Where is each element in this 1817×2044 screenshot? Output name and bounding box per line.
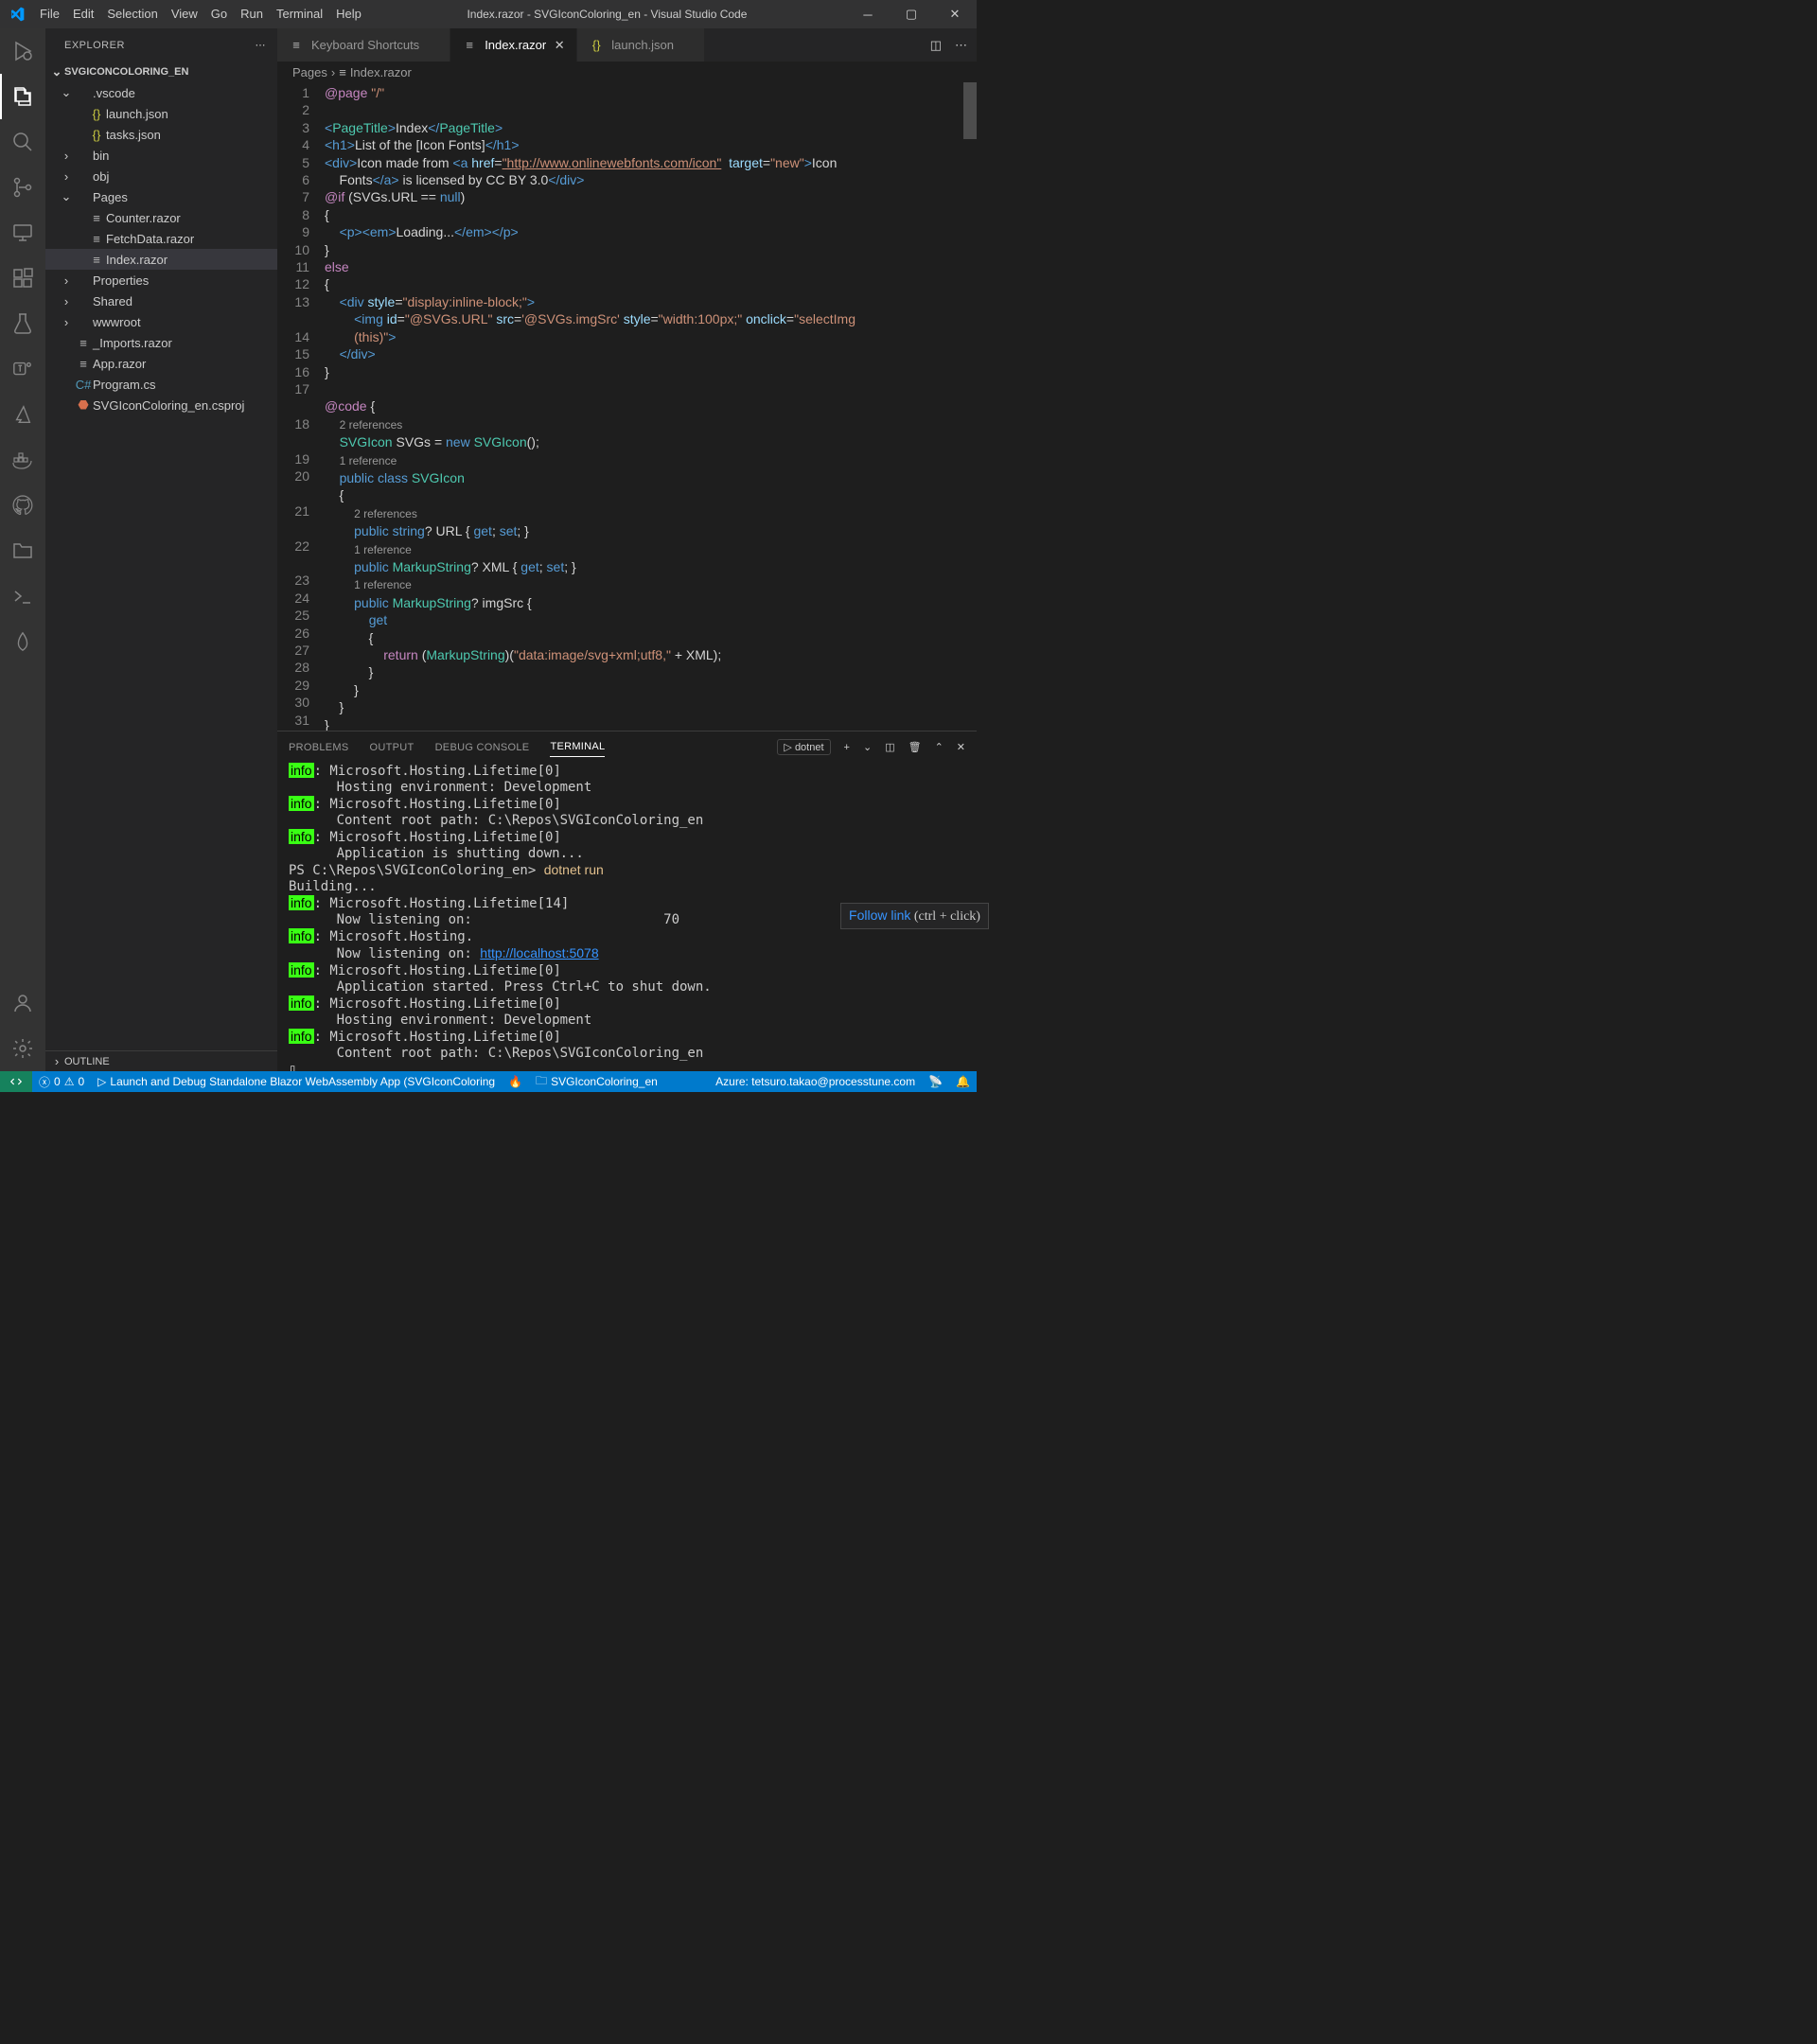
bell-icon[interactable]: 🔔 bbox=[949, 1071, 977, 1092]
flame-icon[interactable]: 🔥 bbox=[502, 1071, 529, 1092]
file-tree-item[interactable]: {}launch.json bbox=[45, 103, 277, 124]
split-editor-icon[interactable]: ◫ bbox=[930, 38, 942, 53]
menu-terminal[interactable]: Terminal bbox=[270, 0, 329, 28]
panel-tab[interactable]: OUTPUT bbox=[370, 738, 415, 757]
folder-status[interactable]: 🗀 SVGIconColoring_en bbox=[529, 1071, 664, 1092]
explorer-icon[interactable] bbox=[0, 74, 45, 119]
maximize-button[interactable]: ▢ bbox=[890, 0, 933, 28]
panel-tab[interactable]: TERMINAL bbox=[550, 737, 605, 757]
file-tree-item[interactable]: ≡Counter.razor bbox=[45, 207, 277, 228]
debug-launch[interactable]: ▷ Launch and Debug Standalone Blazor Web… bbox=[91, 1071, 502, 1092]
file-tree-item[interactable]: ›bin bbox=[45, 145, 277, 166]
file-tree-item[interactable]: ›wwwroot bbox=[45, 311, 277, 332]
terminal-select[interactable]: ▷ dotnet bbox=[777, 739, 830, 755]
title-bar: FileEditSelectionViewGoRunTerminalHelp I… bbox=[0, 0, 977, 28]
editor-tab[interactable]: ≡Keyboard Shortcuts bbox=[277, 28, 450, 62]
run-icon[interactable] bbox=[0, 28, 45, 74]
breadcrumb-item[interactable]: Pages bbox=[292, 65, 327, 79]
terminal-output[interactable]: info: Microsoft.Hosting.Lifetime[0] Host… bbox=[277, 763, 977, 1071]
file-tree-item[interactable]: ⌄Pages bbox=[45, 186, 277, 207]
menu-file[interactable]: File bbox=[33, 0, 66, 28]
file-tree-item[interactable]: ≡Index.razor bbox=[45, 249, 277, 270]
project-name: SVGICONCOLORING_EN bbox=[64, 66, 188, 78]
sidebar: EXPLORER ⋯ ⌄SVGICONCOLORING_EN ⌄.vscode{… bbox=[45, 28, 277, 1071]
panel-tab[interactable]: DEBUG CONSOLE bbox=[435, 738, 530, 757]
folder-icon[interactable] bbox=[0, 528, 45, 573]
project-root[interactable]: ⌄SVGICONCOLORING_EN bbox=[45, 62, 277, 82]
close-button[interactable]: ✕ bbox=[933, 0, 977, 28]
code-content[interactable]: @page "/" <PageTitle>Index</PageTitle> <… bbox=[325, 82, 977, 731]
menu-help[interactable]: Help bbox=[329, 0, 368, 28]
teams-icon[interactable] bbox=[0, 346, 45, 392]
file-tree-item[interactable]: ≡FetchData.razor bbox=[45, 228, 277, 249]
status-bar: ⓧ 0 ⚠ 0 ▷ Launch and Debug Standalone Bl… bbox=[0, 1071, 977, 1092]
file-tree-item[interactable]: ≡App.razor bbox=[45, 353, 277, 374]
menu-go[interactable]: Go bbox=[204, 0, 234, 28]
remote-indicator[interactable] bbox=[0, 1071, 32, 1092]
explorer-title: EXPLORER bbox=[64, 40, 125, 51]
file-tree: ⌄.vscode{}launch.json{}tasks.json›bin›ob… bbox=[45, 82, 277, 1050]
file-tree-item[interactable]: ≡_Imports.razor bbox=[45, 332, 277, 353]
menu-bar: FileEditSelectionViewGoRunTerminalHelp bbox=[33, 0, 368, 28]
editor-area: ≡Keyboard Shortcuts≡Index.razor✕{}launch… bbox=[277, 28, 977, 1071]
remote-explorer-icon[interactable] bbox=[0, 210, 45, 256]
accounts-icon[interactable] bbox=[0, 980, 45, 1026]
sidebar-header: EXPLORER ⋯ bbox=[45, 28, 277, 62]
file-tree-item[interactable]: ⌄.vscode bbox=[45, 82, 277, 103]
editor-tab[interactable]: {}launch.json bbox=[577, 28, 705, 62]
menu-selection[interactable]: Selection bbox=[100, 0, 164, 28]
line-numbers: 12345678910111213 14151617 18 1920 21 22… bbox=[277, 82, 325, 731]
docker-icon[interactable] bbox=[0, 437, 45, 483]
minimize-button[interactable]: ─ bbox=[846, 0, 890, 28]
file-tree-item[interactable]: ›Shared bbox=[45, 291, 277, 311]
problems-status[interactable]: ⓧ 0 ⚠ 0 bbox=[32, 1071, 91, 1092]
window-title: Index.razor - SVGIconColoring_en - Visua… bbox=[368, 8, 846, 21]
breadcrumb[interactable]: Pages › ≡ Index.razor bbox=[277, 62, 977, 82]
scrollbar[interactable] bbox=[963, 82, 977, 139]
terminal-dropdown-icon[interactable]: ⌄ bbox=[863, 741, 872, 753]
file-tree-item[interactable]: ⬣SVGIconColoring_en.csproj bbox=[45, 395, 277, 415]
activity-bar bbox=[0, 28, 45, 1071]
trash-icon[interactable]: 🗑 bbox=[908, 741, 922, 753]
editor-tabs: ≡Keyboard Shortcuts≡Index.razor✕{}launch… bbox=[277, 28, 977, 62]
settings-gear-icon[interactable] bbox=[0, 1026, 45, 1071]
file-tree-item[interactable]: C#Program.cs bbox=[45, 374, 277, 395]
close-tab-icon[interactable]: ✕ bbox=[552, 38, 567, 53]
new-terminal-icon[interactable]: + bbox=[844, 742, 850, 753]
test-icon[interactable] bbox=[0, 301, 45, 346]
mongo-icon[interactable] bbox=[0, 619, 45, 664]
panel-tabs: PROBLEMS OUTPUT DEBUG CONSOLE TERMINAL ▷ dot… bbox=[277, 731, 977, 763]
file-tree-item[interactable]: ›obj bbox=[45, 166, 277, 186]
github-icon[interactable] bbox=[0, 483, 45, 528]
maximize-panel-icon[interactable]: ⌃ bbox=[935, 741, 944, 753]
more-actions-icon[interactable]: ⋯ bbox=[955, 38, 967, 53]
outline-section[interactable]: ›OUTLINE bbox=[45, 1050, 277, 1071]
window-controls: ─ ▢ ✕ bbox=[846, 0, 977, 28]
terminal-icon[interactable] bbox=[0, 573, 45, 619]
panel-tab[interactable]: PROBLEMS bbox=[289, 738, 349, 757]
file-tree-item[interactable]: {}tasks.json bbox=[45, 124, 277, 145]
source-control-icon[interactable] bbox=[0, 165, 45, 210]
search-icon[interactable] bbox=[0, 119, 45, 165]
close-panel-icon[interactable]: ✕ bbox=[957, 741, 965, 753]
menu-view[interactable]: View bbox=[165, 0, 204, 28]
outline-label: OUTLINE bbox=[64, 1056, 110, 1067]
file-tree-item[interactable]: ›Properties bbox=[45, 270, 277, 291]
menu-edit[interactable]: Edit bbox=[66, 0, 100, 28]
extensions-icon[interactable] bbox=[0, 256, 45, 301]
azure-account[interactable]: Azure: tetsuro.takao@processtune.com bbox=[709, 1071, 922, 1092]
editor-tab[interactable]: ≡Index.razor✕ bbox=[450, 28, 577, 62]
bottom-panel: PROBLEMS OUTPUT DEBUG CONSOLE TERMINAL ▷ dot… bbox=[277, 731, 977, 1071]
code-editor[interactable]: 12345678910111213 14151617 18 1920 21 22… bbox=[277, 82, 977, 731]
feedback-icon[interactable]: 📡 bbox=[922, 1071, 949, 1092]
more-icon[interactable]: ⋯ bbox=[256, 39, 267, 51]
azure-icon[interactable] bbox=[0, 392, 45, 437]
split-terminal-icon[interactable]: ◫ bbox=[885, 741, 894, 753]
vscode-logo-icon bbox=[0, 7, 33, 22]
breadcrumb-item[interactable]: Index.razor bbox=[350, 65, 412, 79]
menu-run[interactable]: Run bbox=[234, 0, 270, 28]
